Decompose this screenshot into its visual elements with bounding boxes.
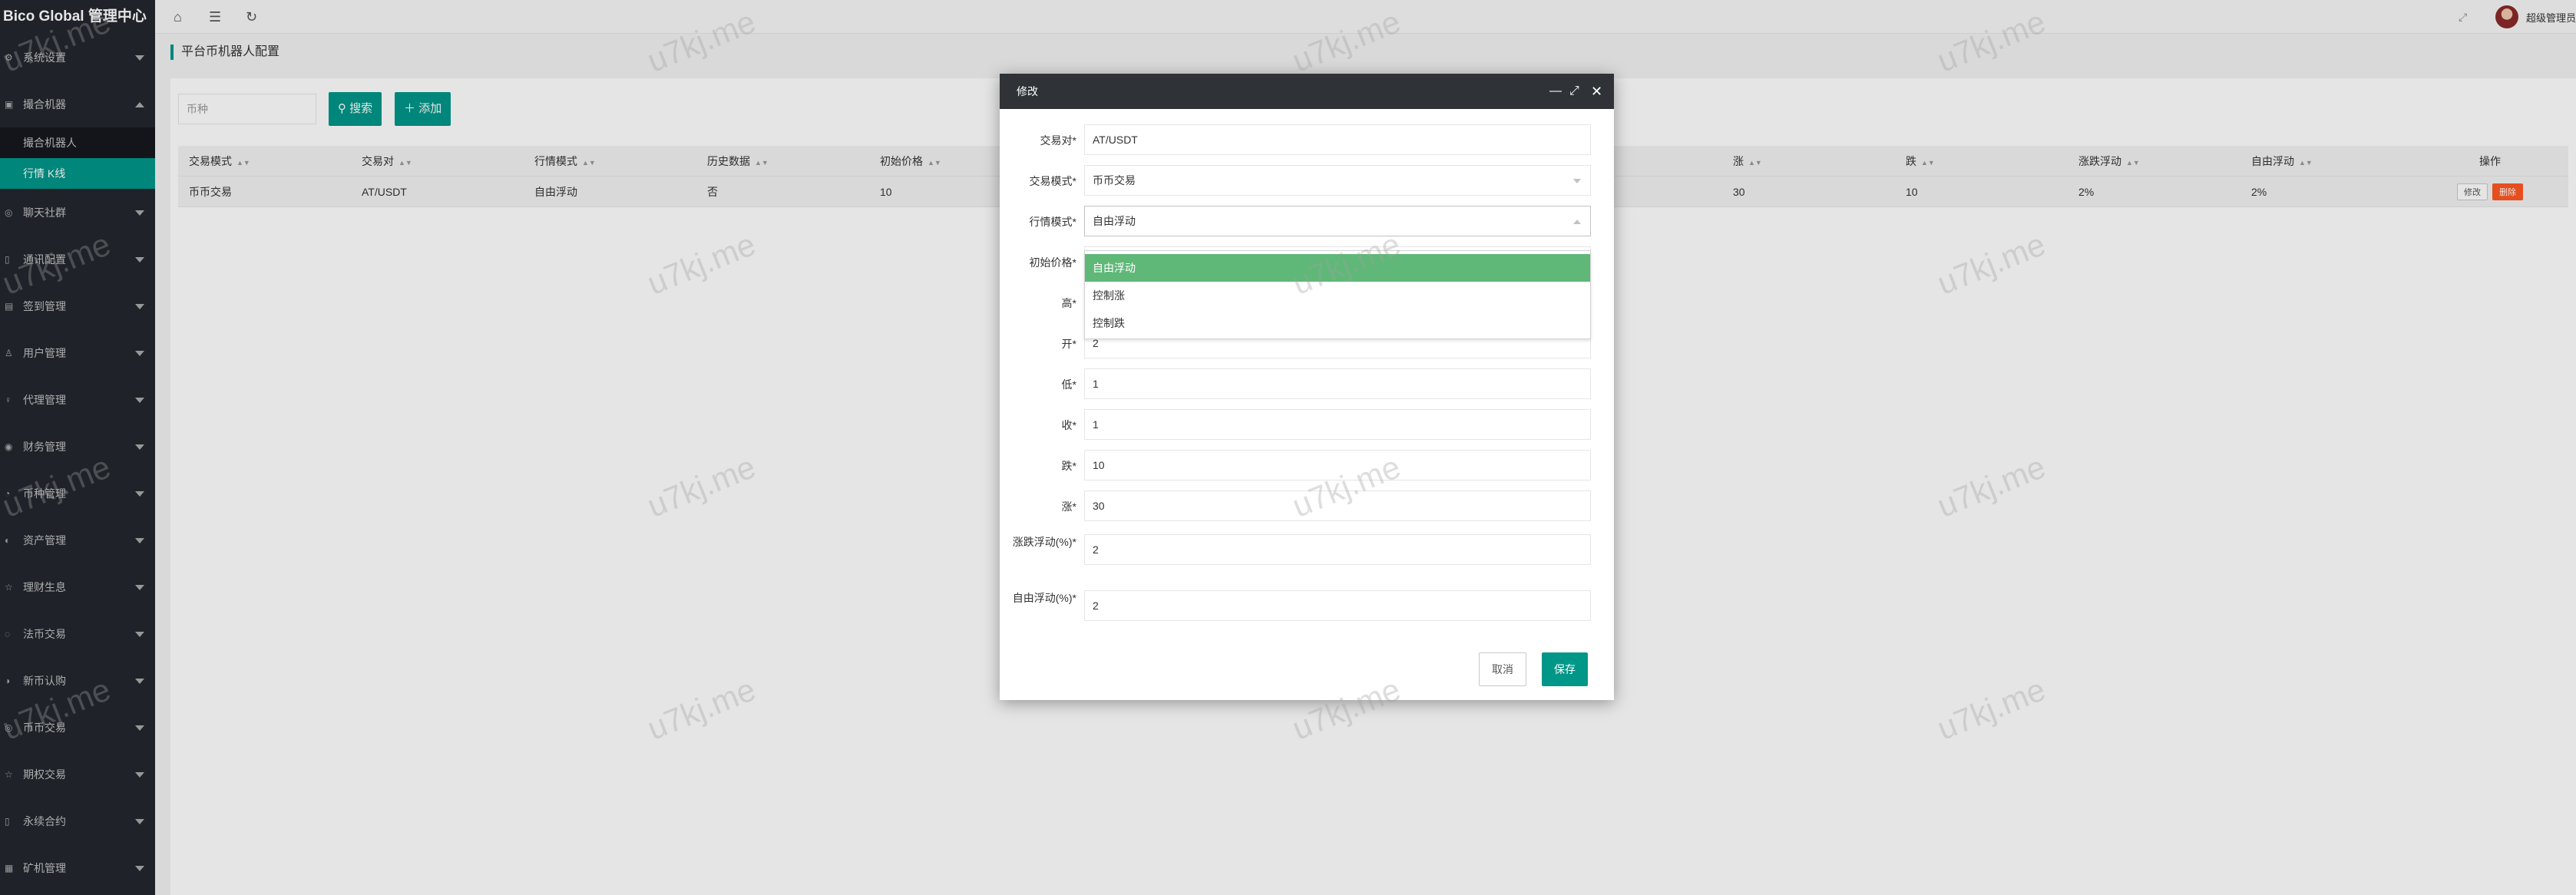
form-value: 自由浮动 bbox=[1093, 215, 1136, 227]
form-input[interactable]: 1 bbox=[1084, 368, 1591, 399]
form-input[interactable]: 2 bbox=[1084, 534, 1591, 565]
dropdown-option[interactable]: 自由浮动 bbox=[1085, 254, 1590, 282]
dropdown-option[interactable]: 控制涨 bbox=[1085, 282, 1590, 309]
form-value: 1 bbox=[1093, 378, 1099, 390]
form-value: 2 bbox=[1093, 599, 1099, 612]
form-label: 交易对* bbox=[1040, 134, 1076, 147]
dropdown-option[interactable]: 控制跌 bbox=[1085, 309, 1590, 337]
form-value: AT/USDT bbox=[1093, 134, 1138, 146]
form-input[interactable]: AT/USDT bbox=[1084, 124, 1591, 155]
form-input[interactable]: 10 bbox=[1084, 450, 1591, 481]
form-select[interactable]: 自由浮动 bbox=[1084, 206, 1591, 236]
form-label: 开* bbox=[1061, 338, 1076, 350]
form-label: 跌* bbox=[1061, 460, 1076, 472]
form-row: 涨跌浮动(%)* 2 bbox=[1000, 534, 1614, 565]
form-value: 10 bbox=[1093, 459, 1105, 471]
form-input[interactable]: 30 bbox=[1084, 490, 1591, 521]
modal-title: 修改 bbox=[1017, 85, 1038, 97]
form-row: 交易模式* 币币交易 bbox=[1000, 165, 1614, 196]
form-value: 1 bbox=[1093, 418, 1099, 431]
form-input[interactable]: 2 bbox=[1084, 590, 1591, 621]
form-label: 收* bbox=[1061, 419, 1076, 431]
chevron-up-icon bbox=[1573, 220, 1581, 224]
form-row: 行情模式* 自由浮动 bbox=[1000, 206, 1614, 236]
form-label: 低* bbox=[1061, 378, 1076, 391]
minimize-icon[interactable]: — bbox=[1549, 74, 1562, 109]
form-label: 自由浮动(%)* bbox=[1012, 592, 1076, 604]
form-row: 跌* 10 bbox=[1000, 450, 1614, 481]
close-icon[interactable]: ✕ bbox=[1591, 74, 1602, 109]
modal-title-bar: 修改 — ⤢ ✕ bbox=[1000, 74, 1614, 109]
edit-modal: 修改 — ⤢ ✕ 交易对* AT/USDT 交易模式* 币币交易 行情模式* 自由浮动 初始… bbox=[1000, 74, 1614, 700]
chevron-down-icon bbox=[1573, 179, 1581, 183]
form-value: 币币交易 bbox=[1093, 174, 1136, 187]
form-label: 交易模式* bbox=[1029, 175, 1076, 187]
form-select[interactable]: 币币交易 bbox=[1084, 165, 1591, 196]
form-row: 收* 1 bbox=[1000, 409, 1614, 440]
form-value: 30 bbox=[1093, 500, 1105, 512]
maximize-icon[interactable]: ⤢ bbox=[1569, 74, 1579, 109]
form-row: 涨* 30 bbox=[1000, 490, 1614, 521]
form-label: 涨跌浮动(%)* bbox=[1012, 536, 1076, 548]
form-label: 行情模式* bbox=[1029, 216, 1076, 228]
save-button[interactable]: 保存 bbox=[1542, 652, 1588, 686]
form-row: 交易对* AT/USDT bbox=[1000, 124, 1614, 155]
market-mode-dropdown: 自由浮动 控制涨 控制跌 bbox=[1084, 250, 1591, 339]
form-input[interactable]: 1 bbox=[1084, 409, 1591, 440]
form-row: 自由浮动(%)* 2 bbox=[1000, 590, 1614, 621]
form-label: 高* bbox=[1061, 297, 1076, 309]
form-row: 低* 1 bbox=[1000, 368, 1614, 399]
cancel-button[interactable]: 取消 bbox=[1479, 652, 1526, 686]
form-label: 初始价格* bbox=[1029, 256, 1076, 269]
form-value: 2 bbox=[1093, 543, 1099, 556]
form-label: 涨* bbox=[1061, 500, 1076, 513]
